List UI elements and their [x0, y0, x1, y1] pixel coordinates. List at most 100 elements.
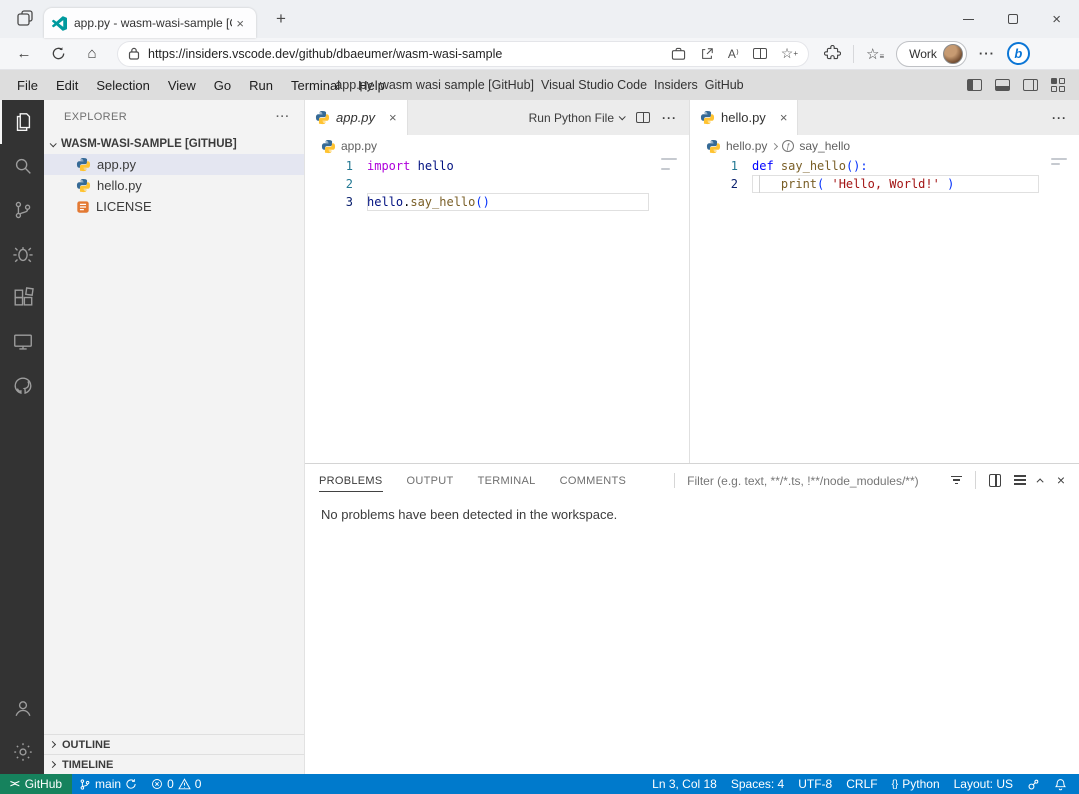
code-line-2[interactable]: 2 print( 'Hello, World!' )	[690, 175, 1079, 193]
close-panel-icon[interactable]: ×	[1057, 472, 1065, 488]
code-editor-app-py[interactable]: 1import hello23hello.say_hello()	[305, 157, 689, 463]
problems-filter-input[interactable]	[687, 474, 937, 488]
favorite-add-icon[interactable]: ☆+	[781, 45, 798, 62]
indentation-status[interactable]: Spaces: 4	[724, 774, 791, 794]
editor-more-icon[interactable]: ···	[662, 111, 677, 125]
line-number: 2	[690, 177, 738, 191]
tree-section-header[interactable]: WASM-WASI-SAMPLE [GITHUB]	[44, 134, 304, 154]
section-outline[interactable]: OUTLINE	[44, 734, 304, 754]
filter-icon[interactable]	[951, 476, 962, 485]
code-editor-hello-py[interactable]: 1def say_hello():2 print( 'Hello, World!…	[690, 157, 1079, 463]
menu-icon[interactable]	[1014, 475, 1026, 485]
bell-icon[interactable]	[1047, 774, 1079, 794]
section-timeline[interactable]: TIMELINE	[44, 754, 304, 774]
run-python-file-button[interactable]: Run Python File	[529, 111, 624, 125]
menu-item-terminal[interactable]: Terminal	[282, 78, 349, 93]
file-item-hello-py[interactable]: hello.py	[44, 175, 304, 196]
menu-item-run[interactable]: Run	[240, 78, 282, 93]
remote-explorer-icon[interactable]	[0, 320, 44, 364]
panel-tabbar: PROBLEMS OUTPUT TERMINAL COMMENTS	[319, 469, 650, 492]
menu-item-view[interactable]: View	[159, 78, 205, 93]
refresh-icon[interactable]	[44, 41, 72, 67]
tunnel-icon[interactable]	[1020, 774, 1047, 794]
eol-status[interactable]: CRLF	[839, 774, 884, 794]
customize-layout-icon[interactable]	[1051, 78, 1065, 92]
search-icon[interactable]	[0, 144, 44, 188]
extensions-icon[interactable]	[824, 45, 841, 62]
accounts-icon[interactable]	[0, 686, 44, 730]
collections-icon[interactable]: ☆≡	[866, 45, 884, 63]
toggle-secondary-sidebar-icon[interactable]	[1023, 79, 1038, 91]
view-as-table-icon[interactable]	[989, 474, 1001, 487]
keyboard-layout-status[interactable]: Layout: US	[947, 774, 1020, 794]
briefcase-icon[interactable]	[671, 47, 686, 61]
read-aloud-icon[interactable]: A⁾	[728, 47, 739, 61]
breadcrumb[interactable]: hello.py ƒ say_hello	[690, 135, 1079, 157]
tab-hello-py[interactable]: hello.py ×	[690, 100, 798, 135]
code-line-1[interactable]: 1import hello	[305, 157, 689, 175]
menu-item-edit[interactable]: Edit	[47, 78, 87, 93]
browser-more-icon[interactable]: ···	[979, 46, 995, 61]
window-close-icon[interactable]: ×	[1052, 11, 1061, 28]
menu-item-selection[interactable]: Selection	[87, 78, 158, 93]
address-bar[interactable]: https://insiders.vscode.dev/github/dbaeu…	[118, 42, 808, 66]
git-branch-icon	[79, 778, 91, 791]
bing-copilot-icon[interactable]: b	[1007, 42, 1030, 65]
tab-close-icon[interactable]: ×	[389, 110, 397, 125]
menu-item-go[interactable]: Go	[205, 78, 240, 93]
panel-tab-output[interactable]: OUTPUT	[407, 469, 454, 492]
settings-gear-icon[interactable]	[0, 730, 44, 774]
maximize-panel-icon[interactable]	[1036, 478, 1043, 485]
remote-indicator[interactable]: >< GitHub	[0, 774, 72, 794]
branch-status[interactable]: main	[72, 774, 144, 794]
code-line-1[interactable]: 1def say_hello():	[690, 157, 1079, 175]
panel-tab-comments[interactable]: COMMENTS	[560, 469, 627, 492]
panel-tab-problems[interactable]: PROBLEMS	[319, 469, 383, 492]
problems-status[interactable]: 0 0	[144, 774, 208, 794]
url-text[interactable]: https://insiders.vscode.dev/github/dbaeu…	[148, 47, 657, 61]
split-editor-icon[interactable]	[636, 112, 650, 123]
window-minimize-icon[interactable]	[963, 19, 974, 20]
line-number: 1	[305, 159, 353, 173]
toggle-sidebar-icon[interactable]	[967, 79, 982, 91]
cursor-position[interactable]: Ln 3, Col 18	[645, 774, 724, 794]
share-icon[interactable]	[700, 47, 714, 61]
github-icon[interactable]	[0, 364, 44, 408]
workspaces-icon[interactable]	[8, 5, 42, 33]
encoding-status[interactable]: UTF-8	[791, 774, 839, 794]
browser-tab[interactable]: app.py - wasm-wasi-sample [GitHub] ×	[44, 8, 256, 38]
file-item-app-py[interactable]: app.py	[44, 154, 304, 175]
tab-close-icon[interactable]: ×	[232, 16, 248, 31]
chevron-right-icon	[49, 761, 56, 768]
menu-item-file[interactable]: File	[8, 78, 47, 93]
explorer-more-icon[interactable]: ···	[276, 111, 290, 123]
minimap[interactable]	[1051, 158, 1067, 165]
source-control-icon[interactable]	[0, 188, 44, 232]
vscode-favicon	[52, 16, 67, 31]
minimap[interactable]	[661, 158, 677, 170]
code-line-3[interactable]: 3hello.say_hello()	[305, 193, 689, 211]
extensions-view-icon[interactable]	[0, 276, 44, 320]
language-status[interactable]: {} Python	[885, 774, 947, 794]
profile-button[interactable]: Work	[896, 41, 967, 67]
file-item-license[interactable]: LICENSE	[44, 196, 304, 217]
sidebar-bottom-sections: OUTLINETIMELINE	[44, 734, 304, 774]
tab-app-py[interactable]: app.py ×	[305, 100, 408, 135]
window-maximize-icon[interactable]	[1008, 14, 1018, 24]
split-screen-icon[interactable]	[753, 48, 767, 59]
tab-close-icon[interactable]: ×	[780, 110, 788, 125]
run-and-debug-icon[interactable]	[0, 232, 44, 276]
toggle-panel-icon[interactable]	[995, 79, 1010, 91]
breadcrumb[interactable]: app.py	[305, 135, 689, 157]
braces-icon: {}	[892, 779, 899, 790]
menu-item-help[interactable]: Help	[349, 78, 394, 93]
explorer-icon[interactable]	[0, 100, 44, 144]
bottom-panel: PROBLEMSOUTPUTTERMINALCOMMENTS × No prob…	[305, 463, 1079, 774]
panel-tab-terminal[interactable]: TERMINAL	[478, 469, 536, 492]
home-icon[interactable]: ⌂	[78, 41, 106, 67]
editor-more-icon[interactable]: ···	[1052, 111, 1067, 125]
code-line-2[interactable]: 2	[305, 175, 689, 193]
problems-filter[interactable]	[674, 473, 951, 488]
back-icon[interactable]: ←	[10, 41, 38, 67]
new-tab-button[interactable]: +	[270, 9, 292, 29]
